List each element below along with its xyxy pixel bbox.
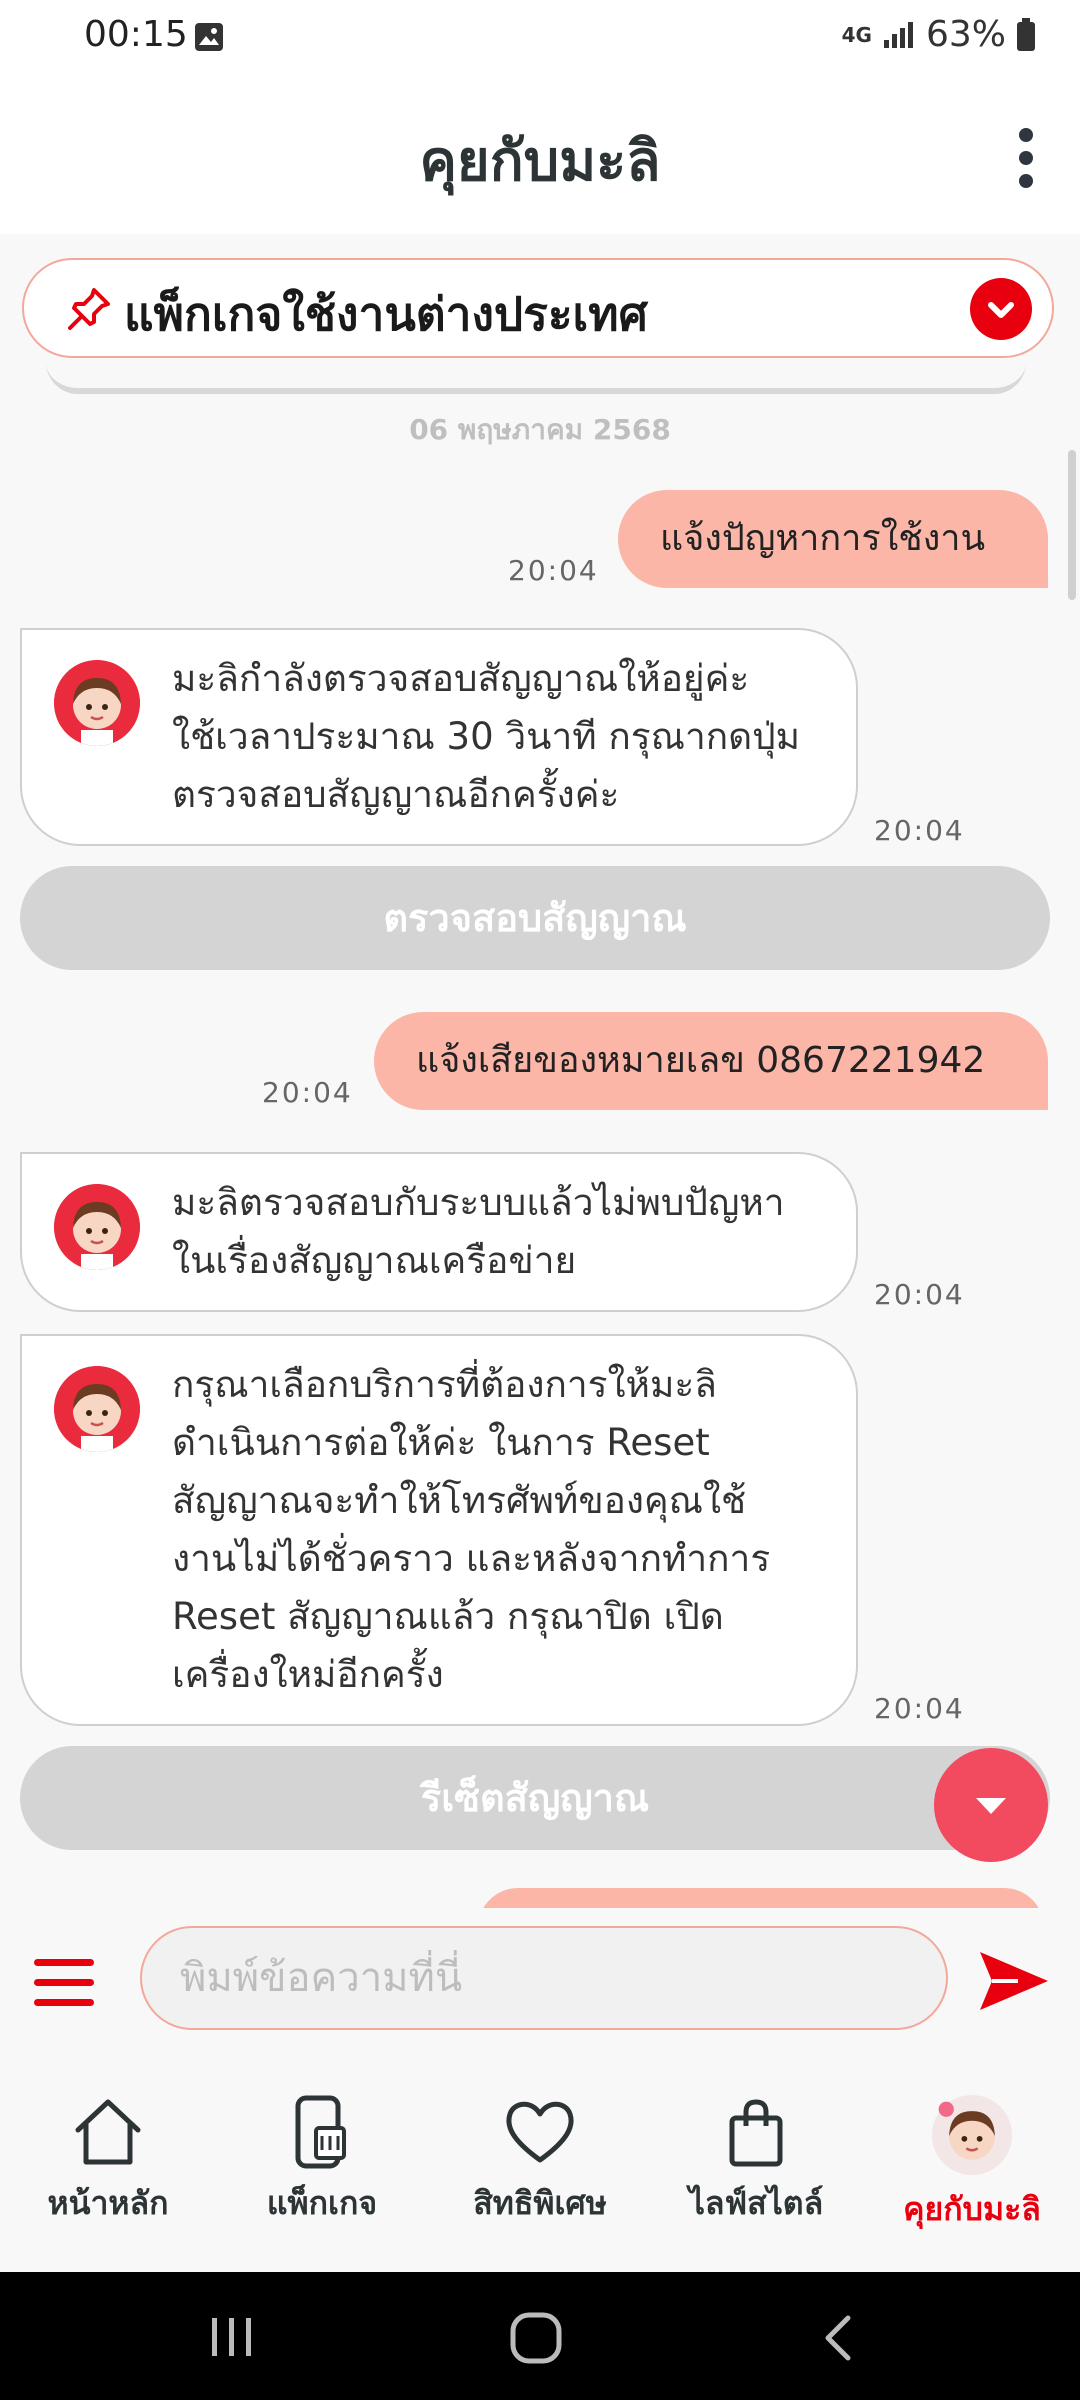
tab-label: สิทธิพิเศษ <box>473 2184 607 2222</box>
page-title: คุยกับมะลิ <box>419 129 661 194</box>
status-indicators: 4G 63% <box>842 14 1036 55</box>
tab-label: ไลฟ์สไตล์ <box>688 2184 824 2222</box>
message-line: Reset สัญญาณแล้ว กรุณาปิด เปิด <box>172 1595 724 1638</box>
message-text: แจ้งเสียของหมายเลข 0867221942 <box>416 1040 986 1081</box>
heart-icon <box>506 2101 574 2163</box>
bot-message: มะลิตรวจสอบกับระบบแล้วไม่พบปัญหา ในเรื่อ… <box>20 1152 858 1312</box>
app-header: คุยกับมะลิ <box>0 76 1080 234</box>
user-message: แจ้งปัญหาการใช้งาน <box>618 490 1048 588</box>
back-icon[interactable] <box>818 2312 858 2364</box>
message-time: 20:04 <box>874 1278 965 1311</box>
battery-icon <box>1017 17 1035 51</box>
recent-apps-icon[interactable] <box>206 2312 258 2362</box>
check-signal-button[interactable]: ตรวจสอบสัญญาณ <box>20 866 1050 970</box>
message-input[interactable]: พิมพ์ข้อความที่นี่ <box>140 1926 948 2030</box>
message-line: มะลิตรวจสอบกับระบบแล้วไม่พบปัญหา <box>172 1181 785 1224</box>
chat-scrollbar[interactable] <box>1068 450 1076 600</box>
message-line: ตรวจสอบสัญญาณอีกครั้งค่ะ <box>172 773 620 816</box>
message-time: 20:04 <box>262 1076 353 1109</box>
system-nav-bar <box>0 2272 1080 2400</box>
caret-down-icon <box>976 1798 1006 1814</box>
message-line: ดำเนินการต่อให้ค่ะ ในการ Reset <box>172 1421 710 1464</box>
tab-package[interactable]: แพ็กเกจ <box>214 2094 430 2229</box>
home-icon <box>75 2099 141 2165</box>
more-options-icon[interactable] <box>1016 128 1036 188</box>
mali-avatar <box>54 1184 140 1270</box>
pin-icon <box>68 288 110 330</box>
message-line: มะลิกำลังตรวจสอบสัญญาณให้อยู่ค่ะ <box>172 657 750 700</box>
sim-phone-icon <box>295 2095 346 2169</box>
tab-label: หน้าหลัก <box>47 2184 169 2222</box>
message-time: 20:04 <box>874 814 965 847</box>
message-line: กรุณาเลือกบริการที่ต้องการให้มะลิ <box>172 1363 717 1406</box>
message-line: เครื่องใหม่อีกครั้ง <box>172 1653 444 1696</box>
message-time: 20:04 <box>874 1692 965 1725</box>
message-line: งานไม่ได้ชั่วคราว และหลังจากทำการ <box>172 1537 771 1580</box>
message-line: สัญญาณจะทำให้โทรศัพท์ของคุณใช้ <box>172 1479 747 1522</box>
scroll-to-bottom-button[interactable] <box>934 1748 1048 1862</box>
tab-label: คุยกับมะลิ <box>903 2190 1041 2228</box>
mali-avatar <box>54 1366 140 1452</box>
signal-icon <box>883 21 913 48</box>
shopping-bag-icon <box>729 2099 783 2167</box>
pinned-label: แพ็กเกจใช้งานต่างประเทศ <box>124 287 648 341</box>
send-icon[interactable] <box>978 1948 1050 2014</box>
mali-avatar-icon <box>931 2094 1013 2176</box>
battery-percent: 63% <box>925 14 1006 55</box>
user-message: แจ้งเสียของหมายเลข 0867221942 <box>374 1012 1048 1110</box>
bottom-tab-bar: หน้าหลัก แพ็กเกจ สิทธิพิเศษ ไลฟ์สไตล์ คุ… <box>0 2048 1080 2272</box>
pinned-shadow <box>46 362 1026 394</box>
home-nav-icon[interactable] <box>508 2310 564 2366</box>
message-time: 20:04 <box>508 554 599 587</box>
tab-chat-mali[interactable]: คุยกับมะลิ <box>864 2094 1080 2235</box>
menu-icon[interactable] <box>32 1956 96 2010</box>
message-composer: พิมพ์ข้อความที่นี่ <box>0 1908 1080 2048</box>
tab-label: แพ็กเกจ <box>266 2184 378 2222</box>
pinned-package-banner[interactable]: แพ็กเกจใช้งานต่างประเทศ <box>22 258 1054 358</box>
message-line: ในเรื่องสัญญาณเครือข่าย <box>172 1239 577 1282</box>
status-bar: 00:15 4G 63% <box>0 0 1080 76</box>
chat-date-separator: 06 พฤษภาคม 2568 <box>409 413 671 446</box>
reset-signal-button[interactable]: รีเซ็ตสัญญาณ <box>20 1746 1050 1850</box>
bot-message: กรุณาเลือกบริการที่ต้องการให้มะลิ ดำเนิน… <box>20 1334 858 1726</box>
bot-message: มะลิกำลังตรวจสอบสัญญาณให้อยู่ค่ะ ใช้เวลา… <box>20 628 858 846</box>
tab-lifestyle[interactable]: ไลฟ์สไตล์ <box>648 2094 864 2229</box>
message-text: แจ้งปัญหาการใช้งาน <box>660 518 986 559</box>
tab-privileges[interactable]: สิทธิพิเศษ <box>432 2094 648 2229</box>
chevron-down-icon[interactable] <box>970 278 1032 340</box>
gallery-notification-icon <box>195 23 223 51</box>
status-time: 00:15 <box>84 14 188 55</box>
network-type: 4G <box>841 22 872 47</box>
message-line: ใช้เวลาประมาณ 30 วินาที กรุณากดปุ่ม <box>172 715 801 758</box>
mali-avatar <box>54 660 140 746</box>
tab-home[interactable]: หน้าหลัก <box>0 2094 216 2229</box>
